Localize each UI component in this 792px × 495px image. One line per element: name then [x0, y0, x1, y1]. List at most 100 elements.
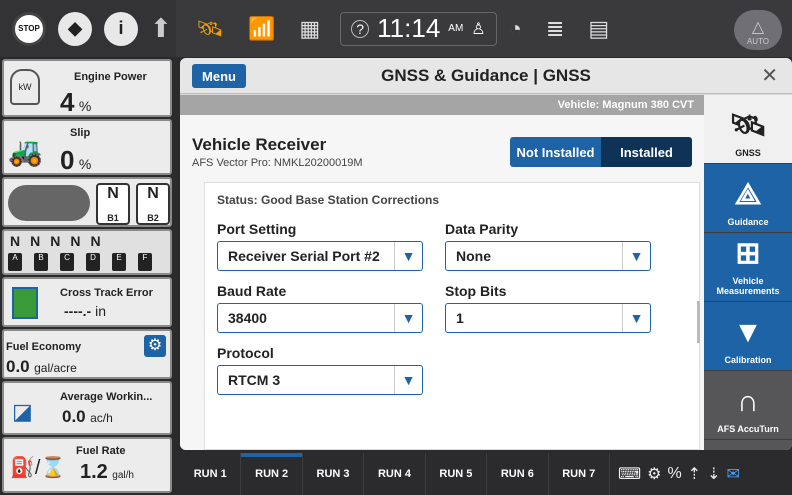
cross-track-icon: [12, 287, 38, 319]
cross-track-value: ----.-: [64, 303, 92, 319]
engine-power-icon: kW: [10, 69, 40, 105]
vehicle-name: Vehicle: Magnum 380 CVT: [180, 95, 704, 115]
notification-icon[interactable]: ✉: [726, 464, 739, 484]
auto-label: AUTO: [746, 37, 770, 46]
nav-guidance[interactable]: ⟁ Guidance: [704, 164, 792, 233]
average-working-value: 0.0: [62, 407, 86, 426]
nav-calibration-label: Calibration: [724, 355, 772, 365]
implement-icon[interactable]: ⚙: [647, 464, 661, 484]
protocol-value: RTCM 3: [228, 372, 281, 388]
b2-label: B2: [147, 213, 159, 223]
nav-vehicle-measurements[interactable]: ⊞ Vehicle Measurements: [704, 233, 792, 302]
run-tab-1[interactable]: RUN 1: [180, 453, 242, 495]
installed-option[interactable]: Installed: [601, 137, 692, 167]
run-tab-6[interactable]: RUN 6: [487, 453, 549, 495]
clock[interactable]: ? 11:14 AM ♙: [340, 11, 497, 46]
engine-power-card[interactable]: kW Engine Power 4 %: [2, 59, 172, 117]
field-icon[interactable]: ▤: [588, 16, 609, 42]
remote-n-5: N: [90, 233, 111, 249]
satellite-alert-icon[interactable]: 🛰: [196, 16, 224, 42]
list-icon[interactable]: ≣: [546, 16, 564, 42]
signal-icon[interactable]: 📶: [248, 16, 275, 42]
arrow-up-icon[interactable]: ⬆: [150, 13, 172, 44]
average-working-card[interactable]: ◪ Average Workin... 0.0 ac/h: [2, 381, 172, 435]
slip-label: Slip: [70, 127, 91, 139]
fuel-pump-timer-icon: ⛽/⌛: [10, 457, 66, 479]
rate-icon[interactable]: ⇡: [688, 464, 701, 484]
slip-unit: %: [78, 156, 92, 172]
remote-c: C: [60, 253, 74, 271]
status-tray: ⌨ ⚙ % ⇡ ⇣ ✉: [612, 453, 792, 495]
slip-value: 0: [60, 145, 75, 175]
remotes-card[interactable]: NNNNN A B C D E F: [2, 229, 172, 275]
percent-icon[interactable]: %: [667, 465, 681, 483]
b2-n: N: [147, 185, 159, 202]
fuel-economy-card[interactable]: Fuel Economy ⚙ 0.0 gal/acre: [2, 329, 172, 379]
protocol-label: Protocol: [217, 345, 274, 361]
run-tab-4[interactable]: RUN 4: [364, 453, 426, 495]
chevron-down-icon: ▼: [394, 366, 422, 394]
remote-valves: A B C D E F: [8, 253, 152, 271]
data-parity-dropdown[interactable]: None ▼: [445, 241, 651, 271]
help-icon[interactable]: ?: [351, 19, 370, 38]
speedometer-icon[interactable]: ◔: [509, 16, 522, 42]
fuel-rate-card[interactable]: ⛽/⌛ Fuel Rate 1.2 gal/h: [2, 437, 172, 493]
port-setting-label: Port Setting: [217, 221, 297, 237]
user-icon[interactable]: ♙: [471, 19, 485, 39]
close-icon[interactable]: ✕: [761, 63, 778, 88]
fuel-rate-unit: gal/h: [112, 470, 134, 481]
clock-ampm: AM: [448, 22, 464, 34]
slip-card[interactable]: 🚜 Slip 0 %: [2, 119, 172, 175]
grid-menu-icon[interactable]: ▦: [299, 16, 320, 42]
hitch-card[interactable]: N B1 N B2: [2, 177, 172, 227]
chevron-down-icon: ▼: [622, 242, 650, 270]
run-tab-3[interactable]: RUN 3: [303, 453, 365, 495]
status-bar: 🛰 📶 ▦ ? 11:14 AM ♙ ◔ ≣ ▤: [184, 0, 792, 57]
not-installed-option[interactable]: Not Installed: [510, 137, 601, 167]
stop-label: STOP: [18, 24, 40, 33]
fuel-economy-unit: gal/acre: [34, 361, 77, 375]
settings-gear-icon[interactable]: ⚙: [144, 335, 166, 357]
nav-afs-accuturn[interactable]: ∩ AFS AccuTurn: [704, 371, 792, 440]
remote-n-1: N: [10, 233, 31, 249]
run-tab-2[interactable]: RUN 2: [241, 453, 303, 495]
run-tab-5[interactable]: RUN 5: [426, 453, 488, 495]
run-tab-7[interactable]: RUN 7: [549, 453, 610, 495]
remote-n-4: N: [70, 233, 91, 249]
stop-bits-dropdown[interactable]: 1 ▼: [445, 303, 651, 333]
run-tabs: RUN 1 RUN 2 RUN 3 RUN 4 RUN 5 RUN 6 RUN …: [180, 453, 610, 495]
auto-icon: △: [751, 19, 765, 36]
remote-d: D: [86, 253, 100, 271]
cross-track-card[interactable]: Cross Track Error ----.- in: [2, 277, 172, 327]
install-toggle[interactable]: Not Installed Installed: [510, 137, 692, 167]
nav-vehicle-measurements-label: Vehicle Measurements: [716, 276, 780, 296]
average-working-unit: ac/h: [90, 411, 113, 425]
protocol-dropdown[interactable]: RTCM 3 ▼: [217, 365, 423, 395]
isobus-icon[interactable]: ⌨: [618, 464, 641, 484]
baud-rate-dropdown[interactable]: 38400 ▼: [217, 303, 423, 333]
nav-gnss[interactable]: 🛰 GNSS: [704, 95, 792, 164]
warning-icon[interactable]: ◆: [58, 11, 92, 46]
b2-indicator: N B2: [136, 183, 170, 225]
port-setting-dropdown[interactable]: Receiver Serial Port #2 ▼: [217, 241, 423, 271]
baud-rate-label: Baud Rate: [217, 283, 287, 299]
guidance-icon: ⟁: [734, 178, 762, 211]
calibration-icon: ▼: [733, 316, 763, 349]
nav-calibration[interactable]: ▼ Calibration: [704, 302, 792, 371]
scrollbar[interactable]: [697, 301, 700, 343]
rate2-icon[interactable]: ⇣: [707, 464, 720, 484]
auto-guidance-button[interactable]: △ AUTO: [734, 10, 782, 50]
receiver-settings: Status: Good Base Station Corrections Po…: [204, 182, 700, 450]
stop-button[interactable]: STOP: [12, 11, 46, 46]
remote-b: B: [34, 253, 48, 271]
b1-n: N: [107, 185, 119, 202]
engine-power-label: Engine Power: [74, 71, 147, 83]
b1-label: B1: [107, 213, 119, 223]
chevron-down-icon: ▼: [394, 242, 422, 270]
nav-guidance-label: Guidance: [727, 217, 769, 227]
work-rate-icon: ◪: [12, 399, 33, 424]
fuel-economy-value: 0.0: [6, 357, 30, 376]
receiver-content: Vehicle Receiver AFS Vector Pro: NMKL202…: [180, 115, 704, 450]
menu-button[interactable]: Menu: [192, 64, 246, 88]
info-icon[interactable]: i: [104, 11, 138, 46]
